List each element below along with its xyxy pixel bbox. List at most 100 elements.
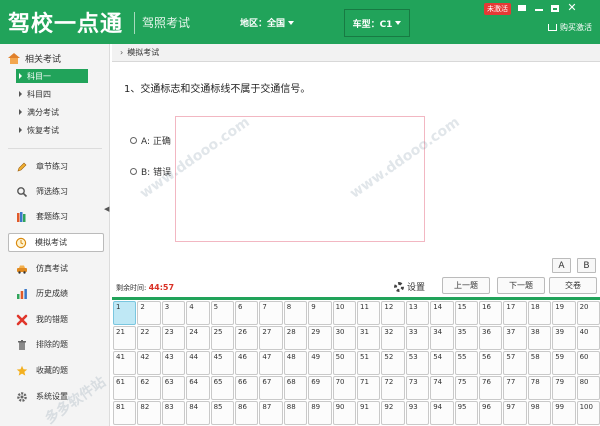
subject-four-item[interactable]: 科目四 <box>16 87 88 101</box>
sidebar-item-favorites[interactable]: 收藏的题 <box>10 361 104 380</box>
question-number-cell[interactable]: 53 <box>405 351 430 375</box>
question-number-cell[interactable]: 49 <box>308 351 332 375</box>
question-number-cell[interactable]: 34 <box>430 326 454 350</box>
question-number-cell[interactable]: 69 <box>308 376 332 400</box>
next-question-button[interactable]: 下一题 <box>497 277 545 294</box>
question-number-cell[interactable]: 97 <box>503 401 527 425</box>
question-number-cell[interactable]: 41 <box>113 351 137 375</box>
full-score-exam-item[interactable]: 满分考试 <box>16 105 88 119</box>
sidebar-item-excluded-questions[interactable]: 排除的题 <box>10 335 104 354</box>
question-number-cell[interactable]: 40 <box>576 326 600 350</box>
question-number-cell[interactable]: 99 <box>552 401 576 425</box>
question-number-cell[interactable]: 30 <box>332 326 356 350</box>
option-b-radio[interactable] <box>130 168 137 175</box>
question-number-cell[interactable]: 74 <box>430 376 454 400</box>
question-number-cell[interactable]: 7 <box>259 301 283 325</box>
question-number-cell[interactable]: 11 <box>356 301 381 325</box>
question-number-cell[interactable]: 36 <box>478 326 503 350</box>
question-number-cell[interactable]: 92 <box>381 401 405 425</box>
question-number-cell[interactable]: 96 <box>478 401 503 425</box>
question-number-cell[interactable]: 80 <box>576 376 600 400</box>
question-number-cell[interactable]: 33 <box>405 326 430 350</box>
sidebar-item-history-scores[interactable]: 历史成绩 <box>10 284 104 303</box>
region-dropdown[interactable]: 地区：全国 <box>240 16 295 29</box>
question-number-cell[interactable]: 64 <box>186 376 210 400</box>
question-number-cell[interactable]: 51 <box>356 351 381 375</box>
question-number-cell[interactable]: 58 <box>527 351 552 375</box>
question-number-cell[interactable]: 9 <box>308 301 332 325</box>
question-number-cell[interactable]: 52 <box>381 351 405 375</box>
question-number-cell[interactable]: 2 <box>137 301 161 325</box>
collapse-sidebar-handle[interactable]: ◀ <box>104 205 110 219</box>
sidebar-item-filter-practice[interactable]: 筛选练习 <box>10 182 104 201</box>
question-number-cell[interactable]: 67 <box>259 376 283 400</box>
question-number-cell[interactable]: 29 <box>308 326 332 350</box>
activation-status-badge[interactable]: 未激活 <box>484 3 511 15</box>
question-number-cell[interactable]: 46 <box>234 351 259 375</box>
settings-button[interactable]: 设置 <box>394 280 425 293</box>
question-number-cell[interactable]: 23 <box>161 326 186 350</box>
sidebar-item-chapter-practice[interactable]: 章节练习 <box>10 157 104 176</box>
question-number-cell[interactable]: 65 <box>210 376 234 400</box>
resume-exam-item[interactable]: 恢复考试 <box>16 123 88 137</box>
font-b-button[interactable]: B <box>577 258 596 273</box>
subject-one-item[interactable]: 科目一 <box>16 69 88 83</box>
question-number-cell[interactable]: 98 <box>527 401 552 425</box>
question-number-cell[interactable]: 63 <box>161 376 186 400</box>
question-number-cell[interactable]: 84 <box>186 401 210 425</box>
sidebar-item-simulation-exam[interactable]: 仿真考试 <box>10 259 104 278</box>
question-number-cell[interactable]: 27 <box>259 326 283 350</box>
question-number-cell[interactable]: 93 <box>405 401 430 425</box>
minimize-button[interactable] <box>533 3 545 13</box>
question-number-cell[interactable]: 55 <box>454 351 478 375</box>
question-number-cell[interactable]: 42 <box>137 351 161 375</box>
question-number-cell[interactable]: 54 <box>430 351 454 375</box>
question-number-cell[interactable]: 76 <box>478 376 503 400</box>
question-number-cell[interactable]: 14 <box>430 301 454 325</box>
close-button[interactable]: ✕ <box>566 2 578 13</box>
question-number-cell[interactable]: 38 <box>527 326 552 350</box>
buy-activate-button[interactable]: 购买激活 <box>548 22 592 33</box>
question-number-cell[interactable]: 19 <box>552 301 576 325</box>
menu-button[interactable] <box>516 3 528 13</box>
question-number-cell[interactable]: 15 <box>454 301 478 325</box>
question-number-cell[interactable]: 37 <box>503 326 527 350</box>
question-number-cell[interactable]: 39 <box>552 326 576 350</box>
question-number-cell[interactable]: 47 <box>259 351 283 375</box>
question-number-cell[interactable]: 88 <box>283 401 308 425</box>
question-number-cell[interactable]: 57 <box>503 351 527 375</box>
question-number-cell[interactable]: 48 <box>283 351 308 375</box>
question-number-cell[interactable]: 18 <box>527 301 552 325</box>
question-number-cell[interactable]: 66 <box>234 376 259 400</box>
question-number-cell[interactable]: 94 <box>430 401 454 425</box>
question-number-cell[interactable]: 24 <box>186 326 210 350</box>
question-number-cell[interactable]: 68 <box>283 376 308 400</box>
option-b[interactable]: B: 错误 <box>130 165 171 178</box>
question-number-cell[interactable]: 32 <box>381 326 405 350</box>
question-number-cell[interactable]: 62 <box>137 376 161 400</box>
cartype-dropdown[interactable]: 车型：C1 <box>344 9 410 37</box>
question-number-cell[interactable]: 72 <box>381 376 405 400</box>
question-number-cell[interactable]: 60 <box>576 351 600 375</box>
prev-question-button[interactable]: 上一题 <box>442 277 490 294</box>
question-number-cell[interactable]: 86 <box>234 401 259 425</box>
question-number-cell[interactable]: 71 <box>356 376 381 400</box>
font-a-button[interactable]: A <box>552 258 571 273</box>
question-number-cell[interactable]: 95 <box>454 401 478 425</box>
question-number-cell[interactable]: 77 <box>503 376 527 400</box>
question-number-cell[interactable]: 28 <box>283 326 308 350</box>
question-number-cell[interactable]: 4 <box>186 301 210 325</box>
question-number-cell[interactable]: 17 <box>503 301 527 325</box>
question-number-cell[interactable]: 85 <box>210 401 234 425</box>
maximize-button[interactable] <box>549 3 561 13</box>
sidebar-item-set-practice[interactable]: 套题练习 <box>10 207 104 226</box>
question-number-cell[interactable]: 100 <box>576 401 600 425</box>
question-number-cell[interactable]: 31 <box>356 326 381 350</box>
submit-exam-button[interactable]: 交卷 <box>549 277 597 294</box>
question-number-cell[interactable]: 16 <box>478 301 503 325</box>
sidebar-item-my-mistakes[interactable]: 我的错题 <box>10 310 104 329</box>
question-number-cell[interactable]: 6 <box>234 301 259 325</box>
question-number-cell[interactable]: 21 <box>113 326 137 350</box>
question-number-cell[interactable]: 45 <box>210 351 234 375</box>
question-number-cell[interactable]: 87 <box>259 401 283 425</box>
